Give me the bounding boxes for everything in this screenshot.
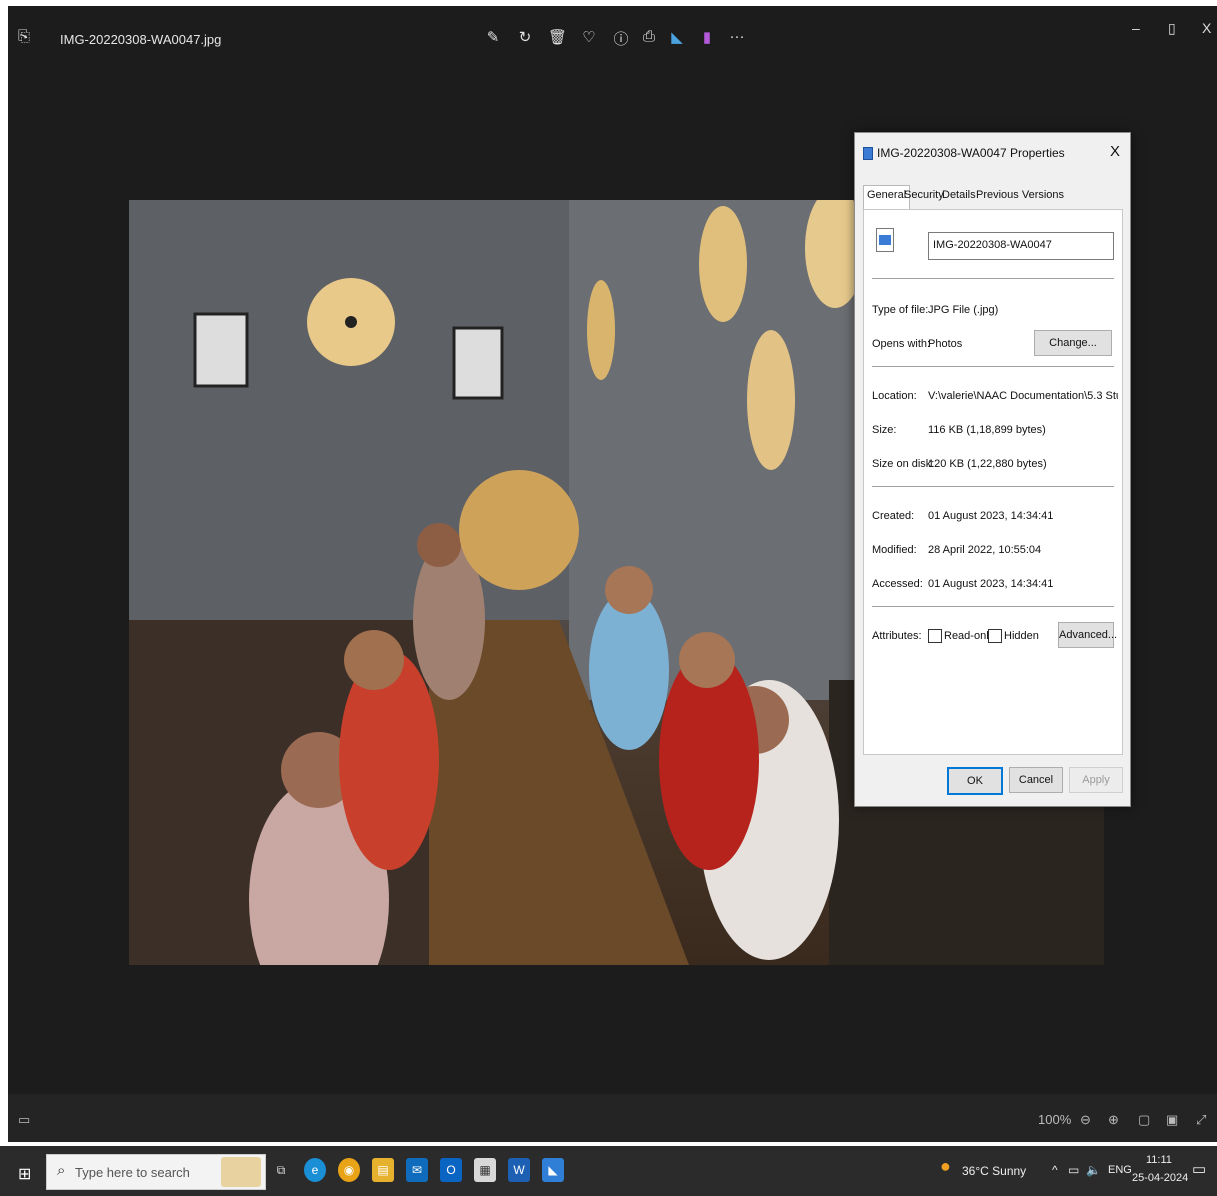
delete-icon[interactable]: 🗑	[548, 28, 567, 46]
clock-time[interactable]: 11:11	[1146, 1154, 1172, 1166]
separator	[872, 486, 1114, 487]
zoom-in-icon[interactable]: ⊕	[1108, 1112, 1119, 1128]
clock-date[interactable]: 25-04-2024	[1132, 1172, 1188, 1184]
read-only-label: Read-only	[944, 630, 995, 642]
rotate-icon[interactable]: ↻	[516, 28, 534, 46]
opens-with-value: Photos	[928, 338, 963, 350]
viewer-status-bar: ▭ 100% ⊖ ⊕ ▢ ▣ ⤢	[8, 1094, 1217, 1142]
favorite-heart-icon[interactable]: ♡	[580, 28, 598, 46]
size-label: Size:	[872, 424, 897, 436]
size-on-disk-value: 120 KB (1,22,880 bytes)	[928, 458, 1047, 470]
type-label: Type of file:	[872, 304, 929, 316]
weather-icon[interactable]: ●	[940, 1156, 951, 1177]
modified-value: 28 April 2022, 10:55:04	[928, 544, 1042, 556]
separator	[872, 606, 1114, 607]
file-name-field[interactable]: IMG-20220308-WA0047	[928, 232, 1114, 260]
file-explorer-icon[interactable]: ▤	[372, 1158, 394, 1182]
read-only-checkbox[interactable]	[928, 629, 942, 643]
search-icon: ⌕	[57, 1162, 66, 1179]
separator	[872, 366, 1114, 367]
hidden-label: Hidden	[1004, 630, 1039, 642]
fullscreen-icon[interactable]: ⤢	[1196, 1112, 1206, 1128]
language-indicator[interactable]: ENG	[1108, 1164, 1132, 1176]
ok-button[interactable]: OK	[947, 767, 1003, 795]
search-placeholder: Type here to search	[75, 1165, 190, 1180]
size-value: 116 KB (1,18,899 bytes)	[928, 424, 1046, 436]
weather-text[interactable]: 36°C Sunny	[962, 1164, 1026, 1178]
more-options-icon[interactable]: ···	[728, 28, 746, 45]
jpg-file-icon	[863, 147, 873, 160]
accessed-value: 01 August 2023, 14:34:41	[928, 578, 1054, 590]
location-value: V:\valerie\NAAC Documentation\5.3 Studen…	[928, 390, 1118, 402]
file-name-value: IMG-20220308-WA0047	[933, 239, 1052, 251]
outlook-icon[interactable]: O	[440, 1158, 462, 1182]
zoom-level[interactable]: 100%	[1038, 1112, 1071, 1127]
notifications-icon[interactable]: ▭	[1192, 1160, 1206, 1178]
word-icon[interactable]: W	[508, 1158, 530, 1182]
store-icon[interactable]: ▦	[474, 1158, 496, 1182]
advanced-button[interactable]: Advanced...	[1058, 622, 1117, 648]
fit-to-window-icon[interactable]: ▢	[1138, 1112, 1150, 1128]
type-value: JPG File (.jpg)	[928, 304, 999, 316]
properties-dialog: IMG-20220308-WA0047 Properties X General…	[854, 132, 1131, 807]
separator	[872, 278, 1114, 279]
minimize-button[interactable]: –	[1132, 20, 1140, 36]
taskbar-search-box[interactable]: ⌕ Type here to search	[46, 1154, 266, 1190]
print-icon[interactable]: ⎙	[640, 28, 658, 45]
location-label: Location:	[872, 390, 917, 402]
change-button[interactable]: Change...	[1034, 330, 1112, 356]
actual-size-icon[interactable]: ▣	[1166, 1112, 1178, 1128]
filmstrip-icon[interactable]: ▭	[18, 1112, 30, 1128]
network-icon[interactable]: ▭	[1068, 1163, 1079, 1177]
close-button[interactable]: X	[1202, 20, 1211, 36]
zoom-out-icon[interactable]: ⊖	[1080, 1112, 1091, 1128]
attributes-label: Attributes:	[872, 630, 922, 642]
task-view-icon[interactable]: ⧉	[270, 1158, 292, 1182]
chrome-browser-icon[interactable]: ◉	[338, 1158, 360, 1182]
opens-with-label: Opens with:	[872, 338, 931, 350]
photos-app-icon[interactable]: ◣	[542, 1158, 564, 1182]
file-name-title: IMG-20220308-WA0047.jpg	[60, 32, 222, 47]
edit-with-app-icon[interactable]: ◣	[668, 28, 686, 46]
created-value: 01 August 2023, 14:34:41	[928, 510, 1054, 522]
modified-label: Modified:	[872, 544, 917, 556]
edge-browser-icon[interactable]: e	[304, 1158, 326, 1182]
show-hidden-icons-chevron-icon[interactable]: ^	[1052, 1163, 1058, 1177]
dialog-title: IMG-20220308-WA0047 Properties	[877, 146, 1065, 160]
cancel-button[interactable]: Cancel	[1009, 767, 1063, 793]
hidden-checkbox[interactable]	[988, 629, 1002, 643]
dialog-close-button[interactable]: X	[1110, 143, 1120, 160]
size-on-disk-label: Size on disk:	[872, 458, 935, 470]
search-highlight-image	[221, 1157, 261, 1187]
title-bar: ⎘ IMG-20220308-WA0047.jpg ✎ ↻ 🗑 ♡ ⓘ ⎙ ◣ …	[8, 6, 1217, 68]
edit-image-icon[interactable]: ✎	[484, 28, 502, 46]
clipchamp-icon[interactable]: ▮	[698, 28, 716, 46]
windows-start-icon[interactable]: ⊞	[18, 1164, 31, 1184]
file-type-icon	[876, 228, 894, 252]
photos-app-icon: ⎘	[18, 28, 31, 45]
created-label: Created:	[872, 510, 915, 522]
windows-taskbar: ⊞ ⌕ Type here to search ⧉ e ◉ ▤ ✉ O ▦ W …	[0, 1146, 1217, 1196]
tab-previous-versions[interactable]: Previous Versions	[973, 189, 1067, 201]
maximize-button[interactable]: ▯	[1168, 20, 1176, 37]
general-tab-panel: IMG-20220308-WA0047 Type of file: JPG Fi…	[863, 209, 1123, 755]
mail-icon[interactable]: ✉	[406, 1158, 428, 1182]
info-icon[interactable]: ⓘ	[612, 28, 630, 49]
accessed-label: Accessed:	[872, 578, 923, 590]
apply-button[interactable]: Apply	[1069, 767, 1123, 793]
volume-icon[interactable]: 🔈	[1086, 1163, 1101, 1177]
